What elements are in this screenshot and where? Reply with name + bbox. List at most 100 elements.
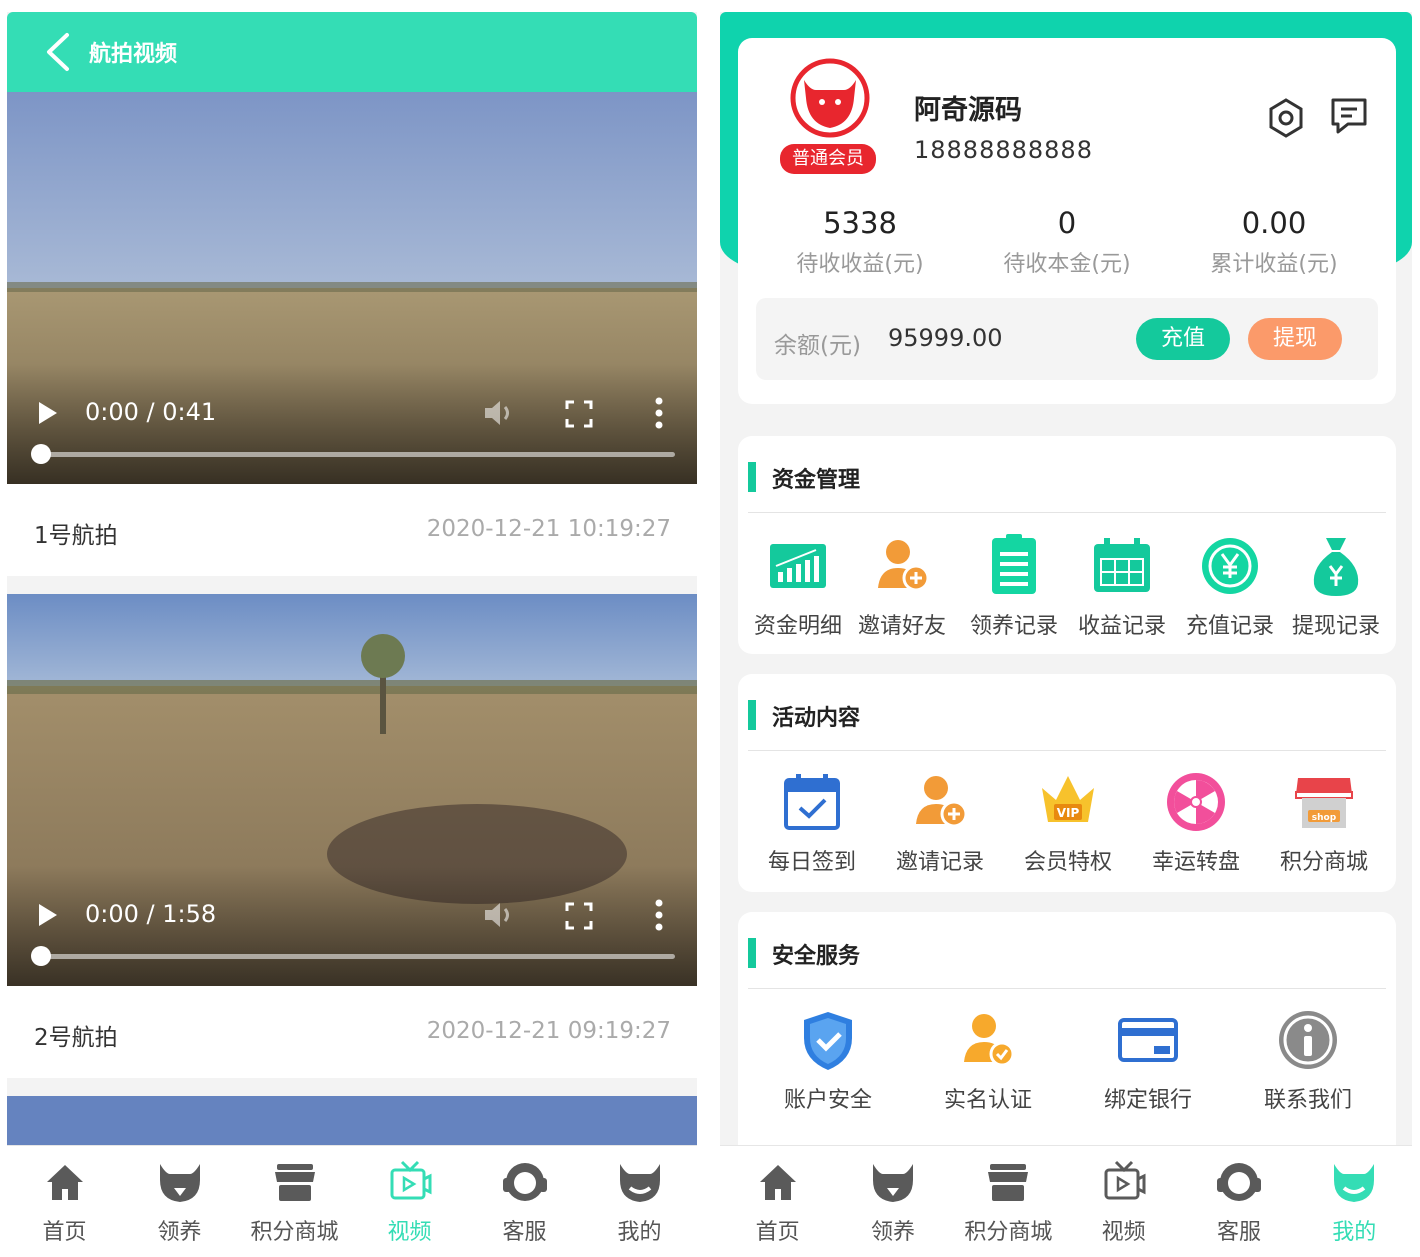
progress-handle[interactable] — [31, 444, 51, 464]
tab-mine[interactable]: 我的 — [1297, 1146, 1412, 1257]
tab-service[interactable]: 客服 — [467, 1146, 582, 1257]
home-icon — [759, 1165, 796, 1200]
more-options-icon[interactable] — [653, 396, 665, 430]
section-security: 安全服务 账户安全 实名认证 绑定银行 联系我们 — [738, 912, 1396, 1172]
tab-label: 首页 — [755, 1220, 800, 1245]
stat-pending-income[interactable]: 5338 待收收益(元) — [770, 206, 950, 278]
vip-crown-icon: VIP — [1042, 776, 1094, 822]
tab-video[interactable]: 视频 — [1066, 1146, 1181, 1257]
shop-icon — [988, 1164, 1029, 1201]
profile-cow-icon — [1334, 1164, 1375, 1202]
verified-user-icon — [964, 1014, 1015, 1067]
stat-value: 0 — [1057, 206, 1077, 240]
more-options-icon[interactable] — [653, 898, 665, 932]
tab-adopt[interactable]: 领养 — [835, 1146, 950, 1257]
grid-item-label: 邀请好友 — [857, 614, 946, 639]
page-title: 航拍视频 — [89, 42, 178, 67]
profile-cow-icon — [619, 1164, 660, 1202]
balance-bar: 余额(元) 95999.00 充值 提现 — [756, 298, 1378, 380]
svg-text:VIP: VIP — [1057, 806, 1080, 820]
cow-icon — [159, 1164, 200, 1202]
video-date: 2020-12-21 10:19:27 — [426, 516, 671, 542]
profile-card: 普通会员 阿奇源码 18888888888 5338 待收收益(元) 0 待收本… — [738, 38, 1396, 404]
tab-points-mall[interactable]: 积分商城 — [237, 1146, 352, 1257]
recharge-button[interactable]: 充值 — [1136, 318, 1230, 360]
section-accent-bar — [748, 462, 756, 492]
volume-icon[interactable] — [481, 398, 515, 428]
divider — [748, 988, 1386, 989]
progress-bar[interactable] — [41, 452, 675, 457]
settings-icon[interactable] — [1266, 98, 1306, 138]
tab-label: 视频 — [1101, 1220, 1146, 1245]
tab-points-mall[interactable]: 积分商城 — [951, 1146, 1066, 1257]
bank-card-icon — [1118, 1018, 1178, 1062]
video-name: 2号航拍 — [34, 1025, 118, 1051]
section-title: 活动内容 — [772, 706, 861, 731]
grid-item-label: 每日签到 — [767, 850, 856, 875]
calendar-check-icon — [784, 774, 840, 830]
list-icon — [992, 534, 1036, 594]
video-info[interactable]: 1号航拍 2020-12-21 10:19:27 — [7, 484, 697, 576]
tab-label: 客服 — [1216, 1220, 1261, 1245]
volume-icon[interactable] — [481, 900, 515, 930]
tab-label: 我的 — [1332, 1220, 1377, 1245]
play-icon[interactable] — [37, 400, 59, 426]
stat-label: 累计收益(元) — [1210, 252, 1338, 277]
tab-home[interactable]: 首页 — [720, 1146, 835, 1257]
profile-screen: 普通会员 阿奇源码 18888888888 5338 待收收益(元) 0 待收本… — [720, 12, 1412, 1257]
stat-label: 待收收益(元) — [796, 252, 924, 277]
stat-label: 待收本金(元) — [1003, 252, 1131, 277]
video-name: 1号航拍 — [34, 523, 118, 549]
add-user-icon — [878, 540, 930, 592]
message-icon[interactable] — [1330, 96, 1368, 136]
stat-value: 5338 — [823, 206, 897, 240]
grid-item-label: 积分商城 — [1279, 850, 1368, 875]
tab-adopt[interactable]: 领养 — [122, 1146, 237, 1257]
grid-item-label: 会员特权 — [1023, 850, 1112, 875]
stat-total-income[interactable]: 0.00 累计收益(元) — [1184, 206, 1364, 278]
video-controls: 0:00 / 1:58 — [7, 866, 697, 986]
yen-circle-icon — [1202, 538, 1258, 594]
play-icon[interactable] — [37, 902, 59, 928]
avatar[interactable] — [790, 58, 870, 138]
video-info[interactable]: 2号航拍 2020-12-21 09:19:27 — [7, 986, 697, 1078]
grid-item-label: 资金明细 — [753, 614, 842, 639]
video-list-screen: 航拍视频 0:00 / 0:41 1号航拍 2020-12-21 10:19:2… — [7, 12, 697, 1257]
section-funds: 资金管理 资金明细 邀请好友 领养记录 收益记录 充值记录 提现记录 — [738, 436, 1396, 654]
grid-item-label: 充值记录 — [1185, 614, 1274, 639]
grid-item-label: 实名认证 — [943, 1088, 1032, 1113]
tab-label: 视频 — [387, 1220, 432, 1245]
back-icon[interactable] — [43, 32, 73, 72]
headset-icon — [1216, 1163, 1261, 1201]
progress-handle[interactable] — [31, 946, 51, 966]
balance-label: 余额(元) — [774, 333, 861, 359]
video-icon — [1104, 1160, 1146, 1200]
tab-video[interactable]: 视频 — [352, 1146, 467, 1257]
grid-item-label: 领养记录 — [969, 614, 1058, 639]
tab-label: 客服 — [502, 1220, 547, 1245]
wheel-icon — [1167, 773, 1225, 831]
tab-label: 积分商城 — [964, 1220, 1053, 1245]
progress-bar[interactable] — [41, 954, 675, 959]
stat-pending-principal[interactable]: 0 待收本金(元) — [977, 206, 1157, 278]
grid-item-label: 邀请记录 — [895, 850, 984, 875]
tab-label: 我的 — [617, 1220, 662, 1245]
video-player[interactable]: 0:00 / 0:41 — [7, 92, 697, 484]
withdraw-button[interactable]: 提现 — [1248, 318, 1342, 360]
video-time: 0:00 / 1:58 — [85, 900, 217, 928]
bottom-nav: 首页 领养 积分商城 视频 客服 我的 — [7, 1145, 697, 1257]
tab-home[interactable]: 首页 — [7, 1146, 122, 1257]
calendar-grid-icon — [1094, 538, 1150, 592]
section-accent-bar — [748, 938, 756, 968]
fullscreen-icon[interactable] — [565, 902, 593, 930]
video-player[interactable]: 0:00 / 1:58 — [7, 594, 697, 986]
tab-label: 领养 — [870, 1220, 915, 1245]
tab-label: 积分商城 — [250, 1220, 339, 1245]
fullscreen-icon[interactable] — [565, 400, 593, 428]
tab-service[interactable]: 客服 — [1181, 1146, 1296, 1257]
video-date: 2020-12-21 09:19:27 — [426, 1018, 671, 1044]
cow-icon — [872, 1164, 913, 1202]
tab-label: 首页 — [42, 1220, 87, 1245]
grid-item-label: 收益记录 — [1077, 614, 1166, 639]
tab-mine[interactable]: 我的 — [582, 1146, 697, 1257]
